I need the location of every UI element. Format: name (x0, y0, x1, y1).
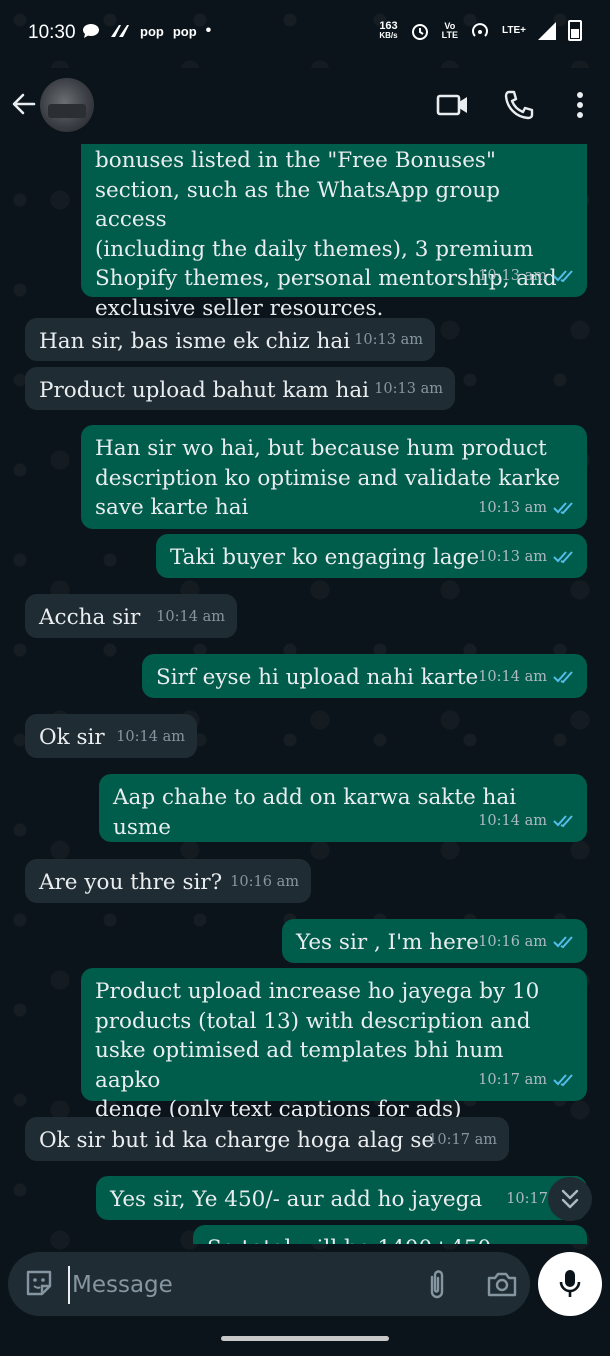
app-notification-icon (111, 25, 129, 37)
message-time: 10:16 am (230, 873, 299, 890)
message-incoming[interactable]: Product upload bahut kam hai 10:13 am (25, 367, 455, 410)
message-time: 10:13 am (354, 331, 423, 348)
double-check-read-icon (553, 815, 573, 828)
message-meta: 10:17 am (478, 1066, 575, 1096)
message-time: 10:14 am (478, 812, 547, 829)
alarm-icon (411, 23, 428, 40)
avatar[interactable] (40, 78, 94, 132)
double-check-read-icon (553, 502, 573, 515)
message-outgoing[interactable]: Aap chahe to add on karwa sakte hai usme… (99, 774, 587, 842)
double-check-read-icon (553, 936, 573, 949)
message-meta: 10:13 am (374, 375, 443, 405)
status-bar: 10:30 pop pop • 163 KB/s Vo LTE LTE+ (0, 0, 610, 68)
message-incoming[interactable]: Ok sir but id ka charge hoga alag se 10:… (25, 1117, 509, 1161)
message-time: 10:14 am (478, 668, 547, 685)
message-outgoing[interactable]: Taki buyer ko engaging lage 10:13 am (156, 534, 587, 578)
gesture-nav-bar[interactable] (221, 1336, 389, 1341)
paperclip-icon[interactable] (424, 1268, 450, 1300)
dot-icon: • (205, 22, 212, 39)
message-outgoing[interactable]: bonuses listed in the "Free Bonuses" sec… (81, 144, 587, 321)
double-chevron-down-icon (561, 1189, 579, 1209)
message-outgoing[interactable]: Sirf eyse hi upload nahi karte 10:14 am (142, 654, 587, 698)
message-incoming[interactable]: Han sir, bas isme ek chiz hai 10:13 am (25, 318, 435, 361)
message-outgoing[interactable]: Han sir wo hai, but because hum product … (81, 425, 587, 529)
camera-icon[interactable] (486, 1269, 518, 1299)
message-outgoing[interactable]: Yes sir , I'm here 10:16 am (282, 919, 587, 963)
notification-icons: pop pop • (82, 22, 211, 40)
message-text: So total will be 1400+450 (207, 1234, 573, 1244)
message-time: 10:17 am (428, 1131, 497, 1148)
message-meta: 10:14 am (156, 603, 225, 633)
message-time: 10:13 am (478, 499, 547, 516)
message-outgoing[interactable]: Yes sir, Ye 450/- aur add ho jayega 10:1… (96, 1176, 587, 1220)
scroll-to-bottom-button[interactable] (548, 1177, 592, 1221)
voice-call-icon[interactable] (502, 88, 536, 122)
lte-icon: LTE+ (502, 25, 526, 36)
message-text: bonuses listed in the "Free Bonuses" sec… (95, 148, 557, 321)
hotspot-icon (472, 22, 488, 37)
volte-icon: Vo LTE (441, 20, 459, 40)
status-time: 10:30 (28, 22, 76, 43)
message-meta: 10:14 am (478, 807, 575, 837)
message-meta: 10:17 am (428, 1126, 497, 1156)
message-text: Yes sir, Ye 450/- aur add ho jayega (110, 1187, 483, 1212)
message-meta: 10:16 am (478, 928, 575, 958)
network-speed: 163 KB/s (379, 19, 398, 40)
video-call-icon[interactable] (436, 88, 470, 122)
double-check-read-icon (553, 671, 573, 684)
arrow-left-icon[interactable] (10, 88, 38, 120)
double-check-read-icon (553, 1074, 573, 1087)
message-outgoing[interactable]: So total will be 1400+450 (193, 1225, 587, 1244)
message-time: 10:17 am (478, 1071, 547, 1088)
message-composer (8, 1252, 530, 1316)
message-time: 10:13 am (478, 267, 547, 284)
pop-notification-2: pop (172, 23, 197, 39)
message-meta: 10:13 am (478, 262, 575, 292)
voice-message-button[interactable] (538, 1252, 602, 1316)
battery-icon (568, 20, 582, 41)
message-time: 10:13 am (374, 380, 443, 397)
chat-notification-icon (83, 24, 99, 38)
message-time: 10:16 am (478, 933, 547, 950)
message-incoming[interactable]: Accha sir 10:14 am (25, 594, 237, 638)
message-meta: 10:14 am (478, 663, 575, 693)
message-time: 10:13 am (478, 548, 547, 565)
message-time: 10:14 am (156, 608, 225, 625)
double-check-read-icon (553, 270, 573, 283)
message-incoming[interactable]: Ok sir 10:14 am (25, 714, 197, 758)
overflow-menu-icon[interactable] (563, 88, 597, 122)
signal-icon (538, 21, 556, 40)
message-time: 10:14 am (116, 728, 185, 745)
system-icons: 163 KB/s Vo LTE LTE+ (379, 20, 582, 41)
message-meta: 10:13 am (478, 543, 575, 573)
message-incoming[interactable]: Are you thre sir? 10:16 am (25, 859, 311, 903)
message-meta: 10:13 am (478, 494, 575, 524)
message-meta: 10:14 am (116, 723, 185, 753)
message-text: Ok sir but id ka charge hoga alag se (39, 1128, 435, 1153)
pop-notification-1: pop (140, 23, 164, 39)
message-list[interactable]: bonuses listed in the "Free Bonuses" sec… (0, 144, 610, 1244)
message-text: Product upload increase ho jayega by 10 … (95, 979, 540, 1122)
sticker-emoji-icon[interactable] (24, 1268, 54, 1298)
microphone-icon (559, 1270, 581, 1297)
double-check-read-icon (553, 551, 573, 564)
message-meta: 10:16 am (230, 868, 299, 898)
message-outgoing[interactable]: Product upload increase ho jayega by 10 … (81, 968, 587, 1122)
chat-header (0, 68, 610, 144)
message-input[interactable] (68, 1266, 374, 1304)
message-meta: 10:13 am (354, 326, 423, 356)
